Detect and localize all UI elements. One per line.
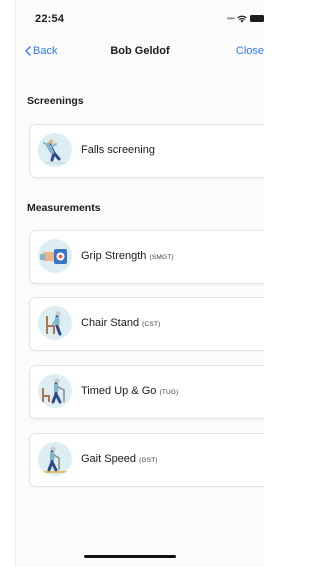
close-button[interactable]: Close: [236, 45, 264, 57]
chair-stand-label: Chair Stand (CST): [81, 317, 161, 329]
grip-strength-card[interactable]: Grip Strength (SMGT): [29, 230, 264, 284]
status-bar: 22:54 ••••: [16, 0, 264, 40]
timed-up-and-go-label: Timed Up & Go (TUG): [81, 385, 179, 397]
battery-icon: [250, 15, 264, 22]
gait-speed-abbr: (GST): [139, 457, 158, 464]
page-title: Bob Geldof: [110, 45, 170, 57]
gait-speed-label: Gait Speed (GST): [81, 453, 158, 465]
chair-stand-abbr: (CST): [142, 321, 161, 328]
falls-screening-label: Falls screening: [81, 144, 155, 156]
grip-strength-abbr: (SMGT): [149, 254, 174, 261]
app-screen: 22:54 •••• Back Bob Geldof Close Screeni…: [16, 0, 264, 567]
home-indicator[interactable]: [84, 555, 176, 558]
grip-dynamometer-icon: [38, 239, 72, 273]
timed-up-and-go-icon: [38, 374, 72, 408]
timed-up-and-go-abbr: (TUG): [159, 389, 179, 396]
gait-speed-card[interactable]: Gait Speed (GST): [29, 433, 264, 487]
falls-screening-card[interactable]: Falls screening: [29, 124, 264, 178]
grip-strength-label: Grip Strength (SMGT): [81, 250, 174, 262]
status-time: 22:54: [35, 13, 65, 25]
gait-speed-icon: [38, 442, 72, 476]
navigation-bar: Back Bob Geldof Close: [16, 40, 264, 66]
chair-stand-icon: [38, 306, 72, 340]
falling-person-icon: [38, 133, 72, 167]
wifi-icon: [237, 15, 247, 23]
chair-stand-card[interactable]: Chair Stand (CST): [29, 297, 264, 351]
timed-up-and-go-card[interactable]: Timed Up & Go (TUG): [29, 365, 264, 419]
status-icons: ••••: [227, 14, 264, 23]
signal-icon: ••••: [226, 14, 235, 23]
screenings-heading: Screenings: [27, 95, 84, 107]
measurements-heading: Measurements: [27, 202, 101, 214]
